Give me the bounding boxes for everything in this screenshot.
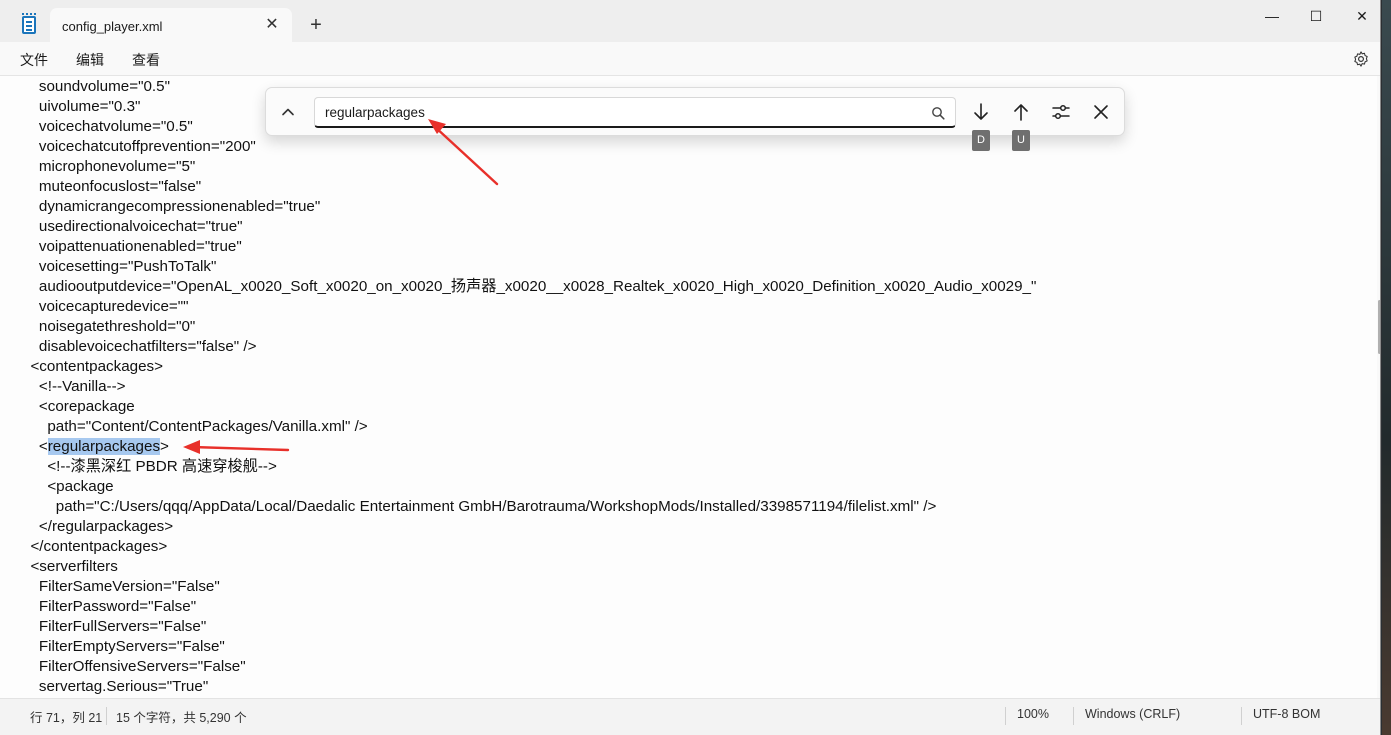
desktop-background <box>1382 0 1391 735</box>
code-line: <serverfilters <box>22 558 118 575</box>
menu-view[interactable]: 查看 <box>132 50 160 70</box>
code-line: path="Content/ContentPackages/Vanilla.xm… <box>22 418 368 435</box>
search-match-highlight: regularpackages <box>47 438 161 455</box>
code-line: noisegatethreshold="0" <box>22 318 196 335</box>
find-previous-arrow-up-icon[interactable] <box>1010 101 1032 123</box>
settings-gear-icon[interactable] <box>1352 50 1370 68</box>
code-line: FilterOffensiveServers="False" <box>22 658 246 675</box>
code-line: <corepackage <box>22 398 135 415</box>
notepad-window: config_player.xml ✕ + — ☐ ✕ 文件 编辑 查看 sou… <box>0 0 1381 735</box>
code-text: < <box>22 438 48 455</box>
status-cursor-position: 行 71，列 21 <box>30 711 103 725</box>
tab-title: config_player.xml <box>62 19 163 34</box>
tab-close-icon[interactable]: ✕ <box>262 15 282 35</box>
menu-file[interactable]: 文件 <box>20 50 48 70</box>
code-line: <regularpackages> <box>22 437 169 457</box>
title-bar: config_player.xml ✕ + — ☐ ✕ <box>0 0 1380 42</box>
code-line: soundvolume="0.5" <box>22 78 170 95</box>
code-line: FilterPassword="False" <box>22 598 197 615</box>
code-line: servertag.Serious="True" <box>22 678 209 695</box>
status-line-ending[interactable]: Windows (CRLF) <box>1085 707 1180 721</box>
tab-config-player[interactable]: config_player.xml ✕ <box>50 8 292 42</box>
vertical-scrollbar[interactable] <box>1378 300 1380 354</box>
find-close-icon[interactable] <box>1090 101 1112 123</box>
code-line: voicesetting="PushToTalk" <box>22 258 217 275</box>
code-line: voicechatcutoffprevention="200" <box>22 138 256 155</box>
search-icon[interactable] <box>931 106 945 120</box>
status-encoding[interactable]: UTF-8 BOM <box>1253 707 1320 721</box>
status-divider <box>1073 707 1074 725</box>
code-line: <package <box>22 478 114 495</box>
find-bar <box>265 87 1125 136</box>
menu-edit[interactable]: 编辑 <box>76 50 104 70</box>
code-line: FilterSameVersion="False" <box>22 578 220 595</box>
status-bar: 行 71，列 21 15 个字符，共 5,290 个 100% Windows … <box>0 698 1380 735</box>
code-line: audiooutputdevice="OpenAL_x0020_Soft_x00… <box>22 278 1037 295</box>
status-divider <box>1005 707 1006 725</box>
minimize-button[interactable]: — <box>1250 3 1294 29</box>
status-divider <box>1241 707 1242 725</box>
code-line: <!--Vanilla--> <box>22 378 126 395</box>
code-line: voicecapturedevice="" <box>22 298 189 315</box>
status-zoom[interactable]: 100% <box>1017 707 1049 721</box>
code-line: muteonfocuslost="false" <box>22 178 202 195</box>
status-character-count: 15 个字符，共 5,290 个 <box>116 711 247 725</box>
keytip-up: U <box>1012 130 1030 151</box>
code-line: voicechatvolume="0.5" <box>22 118 193 135</box>
find-options-sliders-icon[interactable] <box>1050 101 1072 123</box>
close-window-button[interactable]: ✕ <box>1340 3 1380 29</box>
notepad-app-icon <box>22 13 36 34</box>
status-divider <box>106 707 107 725</box>
code-line: usedirectionalvoicechat="true" <box>22 218 243 235</box>
code-line: <contentpackages> <box>22 358 164 375</box>
code-line: </regularpackages> <box>22 518 174 535</box>
menu-bar: 文件 编辑 查看 <box>0 42 1380 76</box>
code-line: uivolume="0.3" <box>22 98 141 115</box>
maximize-button[interactable]: ☐ <box>1294 3 1338 29</box>
code-line: FilterEmptyServers="False" <box>22 638 225 655</box>
code-line: dynamicrangecompressionenabled="true" <box>22 198 321 215</box>
find-next-arrow-down-icon[interactable] <box>970 101 992 123</box>
find-input[interactable] <box>314 97 956 128</box>
code-line: microphonevolume="5" <box>22 158 196 175</box>
code-line: voipattenuationenabled="true" <box>22 238 242 255</box>
code-line: FilterFullServers="False" <box>22 618 207 635</box>
new-tab-button[interactable]: + <box>304 14 328 38</box>
text-editor[interactable]: soundvolume="0.5" uivolume="0.3" voicech… <box>0 76 1377 698</box>
keytip-down: D <box>972 130 990 151</box>
code-line: path="C:/Users/qqq/AppData/Local/Daedali… <box>22 498 937 515</box>
code-line: <!--漆黑深红 PBDR 高速穿梭舰--> <box>22 458 277 475</box>
chevron-up-icon[interactable] <box>278 102 298 122</box>
code-line: disablevoicechatfilters="false" /> <box>22 338 257 355</box>
code-line: </contentpackages> <box>22 538 168 555</box>
code-text: > <box>160 438 169 455</box>
